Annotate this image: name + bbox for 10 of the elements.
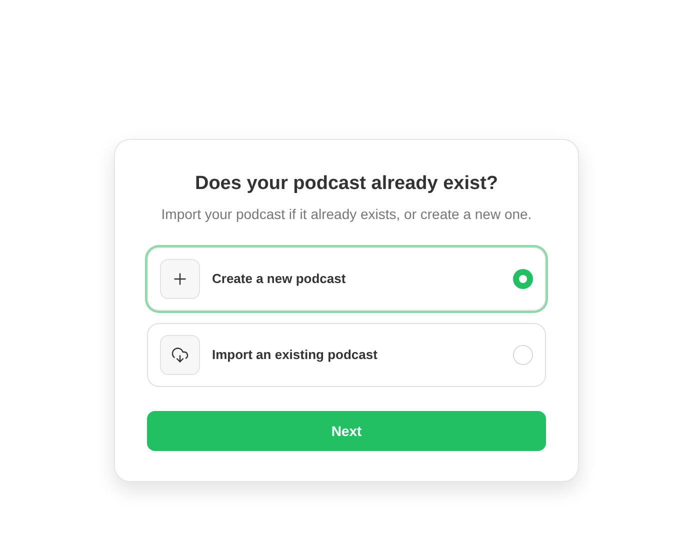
option-card[interactable]: Import an existing podcast [147, 323, 546, 387]
radio-button[interactable] [513, 269, 533, 289]
option-card[interactable]: Create a new podcast [147, 247, 546, 311]
dialog-title: Does your podcast already exist? [194, 172, 500, 196]
option-label: Import an existing podcast [212, 346, 378, 364]
radio-button[interactable] [513, 345, 533, 365]
cloud-download-icon [171, 346, 189, 364]
option-label: Create a new podcast [212, 270, 347, 288]
plus-icon [171, 270, 189, 288]
dialog-subtitle: Import your podcast if it already exists, or create a new one. [160, 205, 533, 224]
